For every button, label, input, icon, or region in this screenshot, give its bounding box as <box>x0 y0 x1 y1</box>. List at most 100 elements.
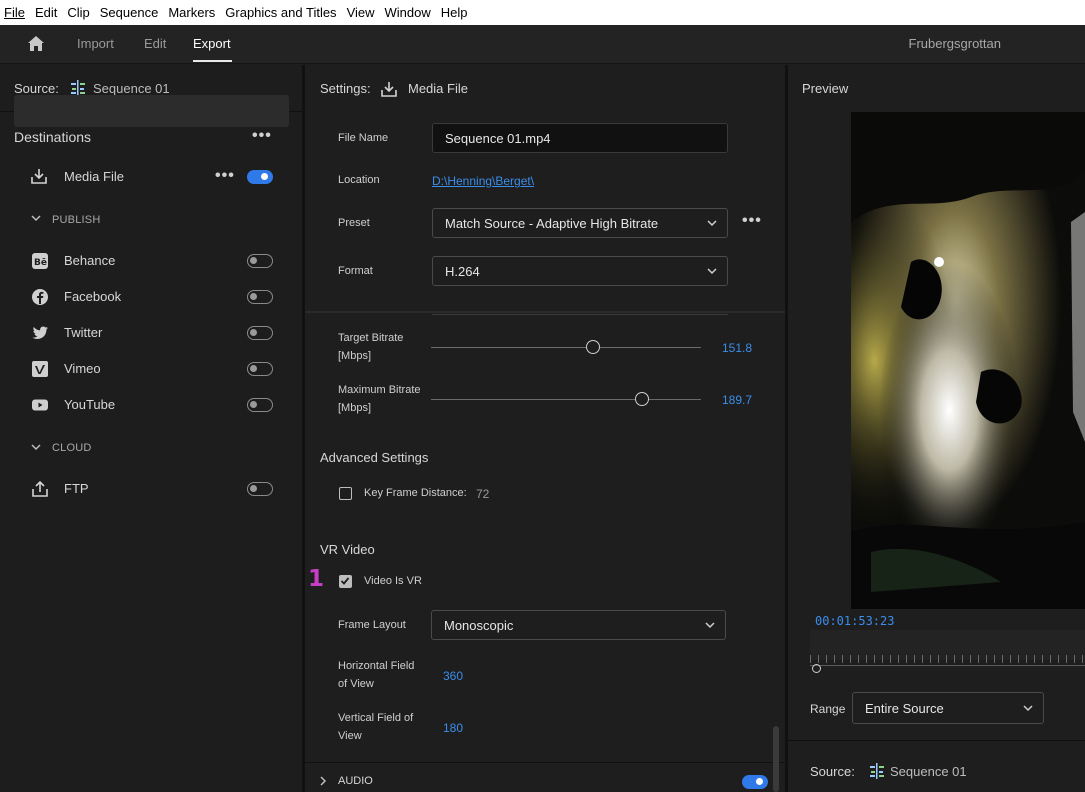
preview-video-frame <box>851 112 1085 609</box>
range-select[interactable]: Entire Source <box>852 692 1044 724</box>
vfov-label: Vertical Field of <box>338 712 414 724</box>
chevron-down-icon <box>707 220 717 227</box>
file-name-label: File Name <box>338 132 389 144</box>
audio-section-label[interactable]: AUDIO <box>338 775 373 787</box>
range-value: Entire Source <box>865 701 944 716</box>
menu-file[interactable]: File <box>0 5 31 20</box>
behance-icon: Bē <box>32 253 48 269</box>
facebook-icon <box>32 289 48 305</box>
preview-title: Preview <box>802 81 849 96</box>
menu-graphics-and-titles[interactable]: Graphics and Titles <box>221 5 342 20</box>
media-file-label: Media File <box>64 169 124 184</box>
cave-preview-image <box>851 112 1085 609</box>
clipped-field-edge <box>432 314 728 315</box>
target-bitrate-label: Target Bitrate <box>338 332 404 344</box>
chevron-down-icon <box>1023 705 1033 712</box>
publish-header: PUBLISH <box>52 214 101 226</box>
menu-help[interactable]: Help <box>437 5 474 20</box>
file-name-input[interactable]: Sequence 01.mp4 <box>432 123 728 153</box>
key-frame-label: Key Frame Distance: <box>364 487 467 499</box>
format-select[interactable]: H.264 <box>432 256 728 286</box>
sequence-icon <box>870 763 884 779</box>
hfov-label: Horizontal Field <box>338 660 415 672</box>
export-download-icon <box>381 82 397 97</box>
preset-more-icon[interactable]: ••• <box>742 212 762 230</box>
target-bitrate-value[interactable]: 151.8 <box>722 341 752 355</box>
format-value: H.264 <box>445 264 480 279</box>
settings-title: Settings: <box>320 81 371 96</box>
range-label: Range <box>810 702 846 716</box>
video-is-vr-label: Video Is VR <box>364 575 422 587</box>
tab-export[interactable]: Export <box>193 36 231 51</box>
timecode[interactable]: 00:01:53:23 <box>815 614 894 628</box>
active-tab-indicator <box>193 60 232 62</box>
preset-value: Match Source - Adaptive High Bitrate <box>445 216 659 231</box>
section-divider <box>305 762 785 763</box>
advanced-settings-title: Advanced Settings <box>320 450 429 465</box>
twitter-toggle[interactable] <box>247 326 273 340</box>
max-bitrate-value[interactable]: 189.7 <box>722 393 752 407</box>
target-bitrate-slider[interactable] <box>431 347 701 348</box>
annotation-marker: 1 <box>308 566 325 592</box>
vfov-value[interactable]: 180 <box>443 721 463 735</box>
tab-import[interactable]: Import <box>77 36 114 51</box>
menu-window[interactable]: Window <box>381 5 437 20</box>
key-frame-checkbox[interactable] <box>339 487 352 500</box>
location-link[interactable]: D:\Henning\Berget\ <box>432 174 534 188</box>
location-label: Location <box>338 174 380 186</box>
vimeo-label: Vimeo <box>64 361 101 376</box>
tab-edit[interactable]: Edit <box>144 36 166 51</box>
source-label: Source: <box>14 81 59 96</box>
audio-toggle[interactable] <box>742 775 768 789</box>
youtube-icon <box>32 399 48 411</box>
ftp-toggle[interactable] <box>247 482 273 496</box>
svg-text:Bē: Bē <box>34 258 47 268</box>
menu-edit[interactable]: Edit <box>31 5 63 20</box>
ftp-label: FTP <box>64 481 89 496</box>
chevron-right-icon[interactable] <box>317 775 329 787</box>
menu-view[interactable]: View <box>343 5 381 20</box>
max-bitrate-unit: [Mbps] <box>338 402 372 414</box>
menu-bar: File Edit Clip Sequence Markers Graphics… <box>0 0 1085 25</box>
max-bitrate-label: Maximum Bitrate <box>338 384 421 396</box>
vfov-label-2: View <box>338 730 362 742</box>
frame-layout-label: Frame Layout <box>338 619 406 631</box>
key-frame-value[interactable]: 72 <box>476 487 489 501</box>
video-is-vr-checkbox[interactable] <box>339 575 352 588</box>
menu-sequence[interactable]: Sequence <box>96 5 165 20</box>
hfov-label-2: of View <box>338 678 374 690</box>
destinations-more-icon[interactable]: ••• <box>252 127 272 145</box>
destinations-title: Destinations <box>14 129 92 145</box>
youtube-label: YouTube <box>64 397 116 412</box>
chevron-down-icon <box>705 622 715 629</box>
timeline-track <box>810 665 1085 666</box>
youtube-toggle[interactable] <box>247 398 273 412</box>
chevron-down-icon[interactable] <box>30 441 42 453</box>
max-bitrate-handle[interactable] <box>634 392 649 406</box>
project-name: Frubergsgrottan <box>908 36 1002 51</box>
media-file-toggle[interactable] <box>247 170 273 184</box>
target-bitrate-handle[interactable] <box>586 340 600 354</box>
destination-media-file[interactable] <box>14 95 289 127</box>
chevron-down-icon[interactable] <box>30 212 42 224</box>
max-bitrate-slider[interactable] <box>431 399 701 400</box>
menu-markers[interactable]: Markers <box>164 5 221 20</box>
facebook-label: Facebook <box>64 289 122 304</box>
frame-layout-select[interactable]: Monoscopic <box>431 610 726 640</box>
export-download-icon <box>31 169 47 184</box>
upload-icon <box>32 480 48 497</box>
menu-clip[interactable]: Clip <box>63 5 95 20</box>
media-file-more-icon[interactable]: ••• <box>215 167 235 185</box>
preset-label: Preset <box>338 217 370 229</box>
behance-toggle[interactable] <box>247 254 273 268</box>
preview-source-label: Source: <box>810 764 855 779</box>
playhead-handle[interactable] <box>812 664 821 673</box>
preset-select[interactable]: Match Source - Adaptive High Bitrate <box>432 208 728 238</box>
hfov-value[interactable]: 360 <box>443 669 463 683</box>
facebook-toggle[interactable] <box>247 290 273 304</box>
timeline-ticks <box>810 655 1085 663</box>
home-icon[interactable] <box>26 34 46 54</box>
preview-source-name: Sequence 01 <box>890 764 967 779</box>
settings-scrollbar[interactable] <box>773 726 779 792</box>
vimeo-toggle[interactable] <box>247 362 273 376</box>
